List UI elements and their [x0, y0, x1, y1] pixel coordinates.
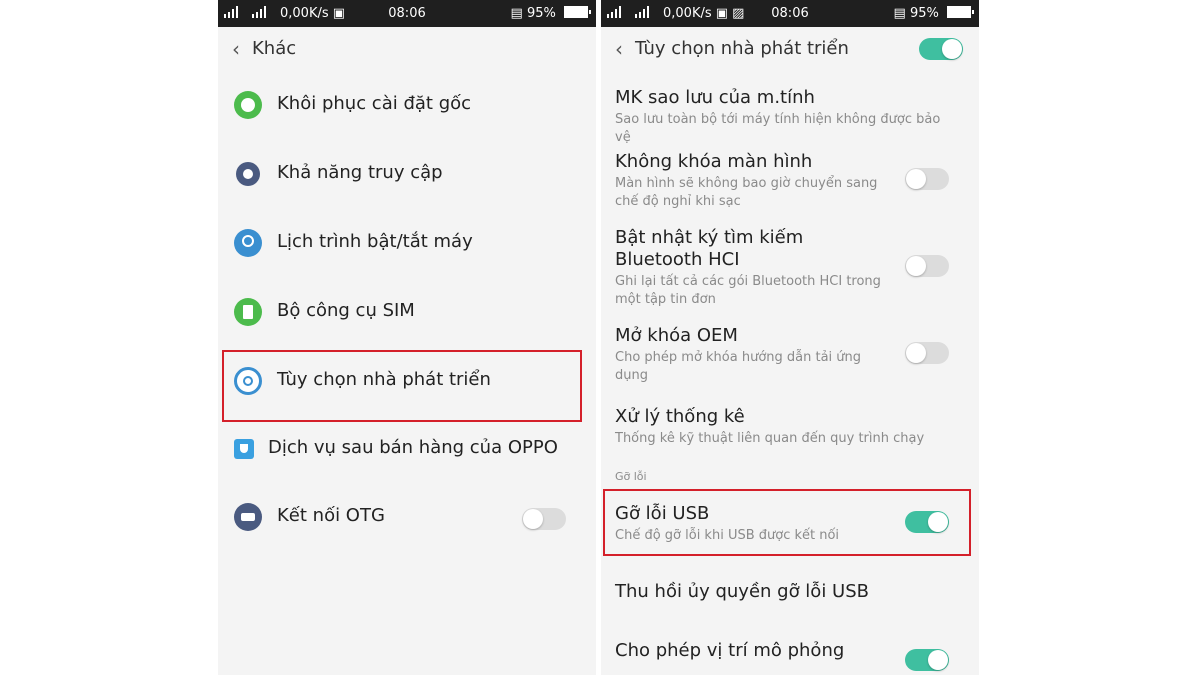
sim-toolkit-icon — [234, 298, 262, 326]
stay-awake-toggle[interactable] — [905, 168, 949, 190]
setting-description: Thống kê kỹ thuật liên quan đến quy trìn… — [615, 431, 925, 446]
menu-item-power-schedule[interactable]: Lịch trình bật/tắt máy — [218, 216, 596, 272]
battery-icon — [947, 6, 974, 18]
header: ‹ Khác — [218, 27, 596, 71]
setting-title: Không khóa màn hình — [615, 151, 813, 172]
menu-item-factory-reset[interactable]: Khôi phục cài đặt gốc — [218, 78, 596, 134]
setting-title: Thu hồi ủy quyền gỡ lỗi USB — [615, 581, 869, 602]
setting-description: Cho phép mở khóa hướng dẫn tải ứng dụng — [615, 350, 862, 383]
battery-percent: 95% — [526, 6, 556, 21]
setting-title: MK sao lưu của m.tính — [615, 87, 815, 108]
sim-icon: ▤ — [893, 6, 906, 21]
section-label-debugging: Gỡ lỗi — [615, 470, 647, 483]
setting-description: Sao lưu toàn bộ tới máy tính hiện không … — [615, 112, 941, 145]
page-title[interactable]: Khác — [252, 27, 296, 71]
highlight-box — [603, 489, 971, 556]
status-bar: 0,00K/s ▣ 08:06 ▤ 95% — [218, 0, 596, 27]
menu-item-accessibility[interactable]: Khả năng truy cập — [218, 147, 596, 203]
developer-options-master-toggle[interactable] — [919, 38, 963, 60]
battery-percent: 95% — [909, 6, 939, 21]
bluetooth-hci-toggle[interactable] — [905, 255, 949, 277]
mock-location-toggle[interactable] — [905, 649, 949, 671]
menu-item-sim-toolkit[interactable]: Bộ công cụ SIM — [218, 285, 596, 341]
setting-title: Xử lý thống kê — [615, 406, 745, 427]
sim-icon: ▤ — [510, 6, 523, 21]
setting-title: Mở khóa OEM — [615, 325, 738, 346]
schedule-power-icon — [234, 229, 262, 257]
otg-icon — [234, 503, 262, 531]
menu-item-label: Kết nối OTG — [277, 505, 385, 526]
otg-toggle[interactable] — [522, 508, 566, 530]
back-arrow-icon[interactable]: ‹ — [232, 27, 240, 71]
back-arrow-icon[interactable]: ‹ — [615, 27, 623, 71]
menu-item-label: Khả năng truy cập — [277, 162, 443, 183]
setting-description: Màn hình sẽ không bao giờ chuyển sang ch… — [615, 176, 878, 209]
right-phone-screen: 0,00K/s ▣ ▨ 08:06 ▤ 95% ‹ Tùy chọn nhà p… — [601, 0, 979, 675]
menu-item-label: Khôi phục cài đặt gốc — [277, 93, 472, 114]
setting-title: Cho phép vị trí mô phỏng — [615, 640, 845, 661]
highlight-box — [222, 350, 582, 422]
setting-description: Ghi lại tất cả các gói Bluetooth HCI tro… — [615, 274, 881, 307]
page-title[interactable]: Tùy chọn nhà phát triển — [635, 27, 849, 71]
left-phone-screen: 0,00K/s ▣ 08:06 ▤ 95% ‹ Khác Khôi phục c… — [218, 0, 596, 675]
oppo-service-icon — [234, 439, 254, 459]
battery-icon — [564, 6, 591, 18]
setting-title: Bật nhật ký tìm kiếm Bluetooth HCI — [615, 227, 804, 270]
accessibility-icon — [236, 162, 260, 186]
reset-icon — [234, 91, 262, 119]
status-bar: 0,00K/s ▣ ▨ 08:06 ▤ 95% — [601, 0, 979, 27]
oem-unlock-toggle[interactable] — [905, 342, 949, 364]
menu-item-oppo-service[interactable]: Dịch vụ sau bán hàng của OPPO — [218, 422, 596, 478]
menu-item-otg[interactable]: Kết nối OTG — [218, 490, 596, 546]
menu-item-label: Dịch vụ sau bán hàng của OPPO — [268, 437, 558, 458]
menu-item-label: Bộ công cụ SIM — [277, 300, 415, 321]
header: ‹ Tùy chọn nhà phát triển — [601, 27, 979, 71]
menu-item-label: Lịch trình bật/tắt máy — [277, 231, 473, 252]
